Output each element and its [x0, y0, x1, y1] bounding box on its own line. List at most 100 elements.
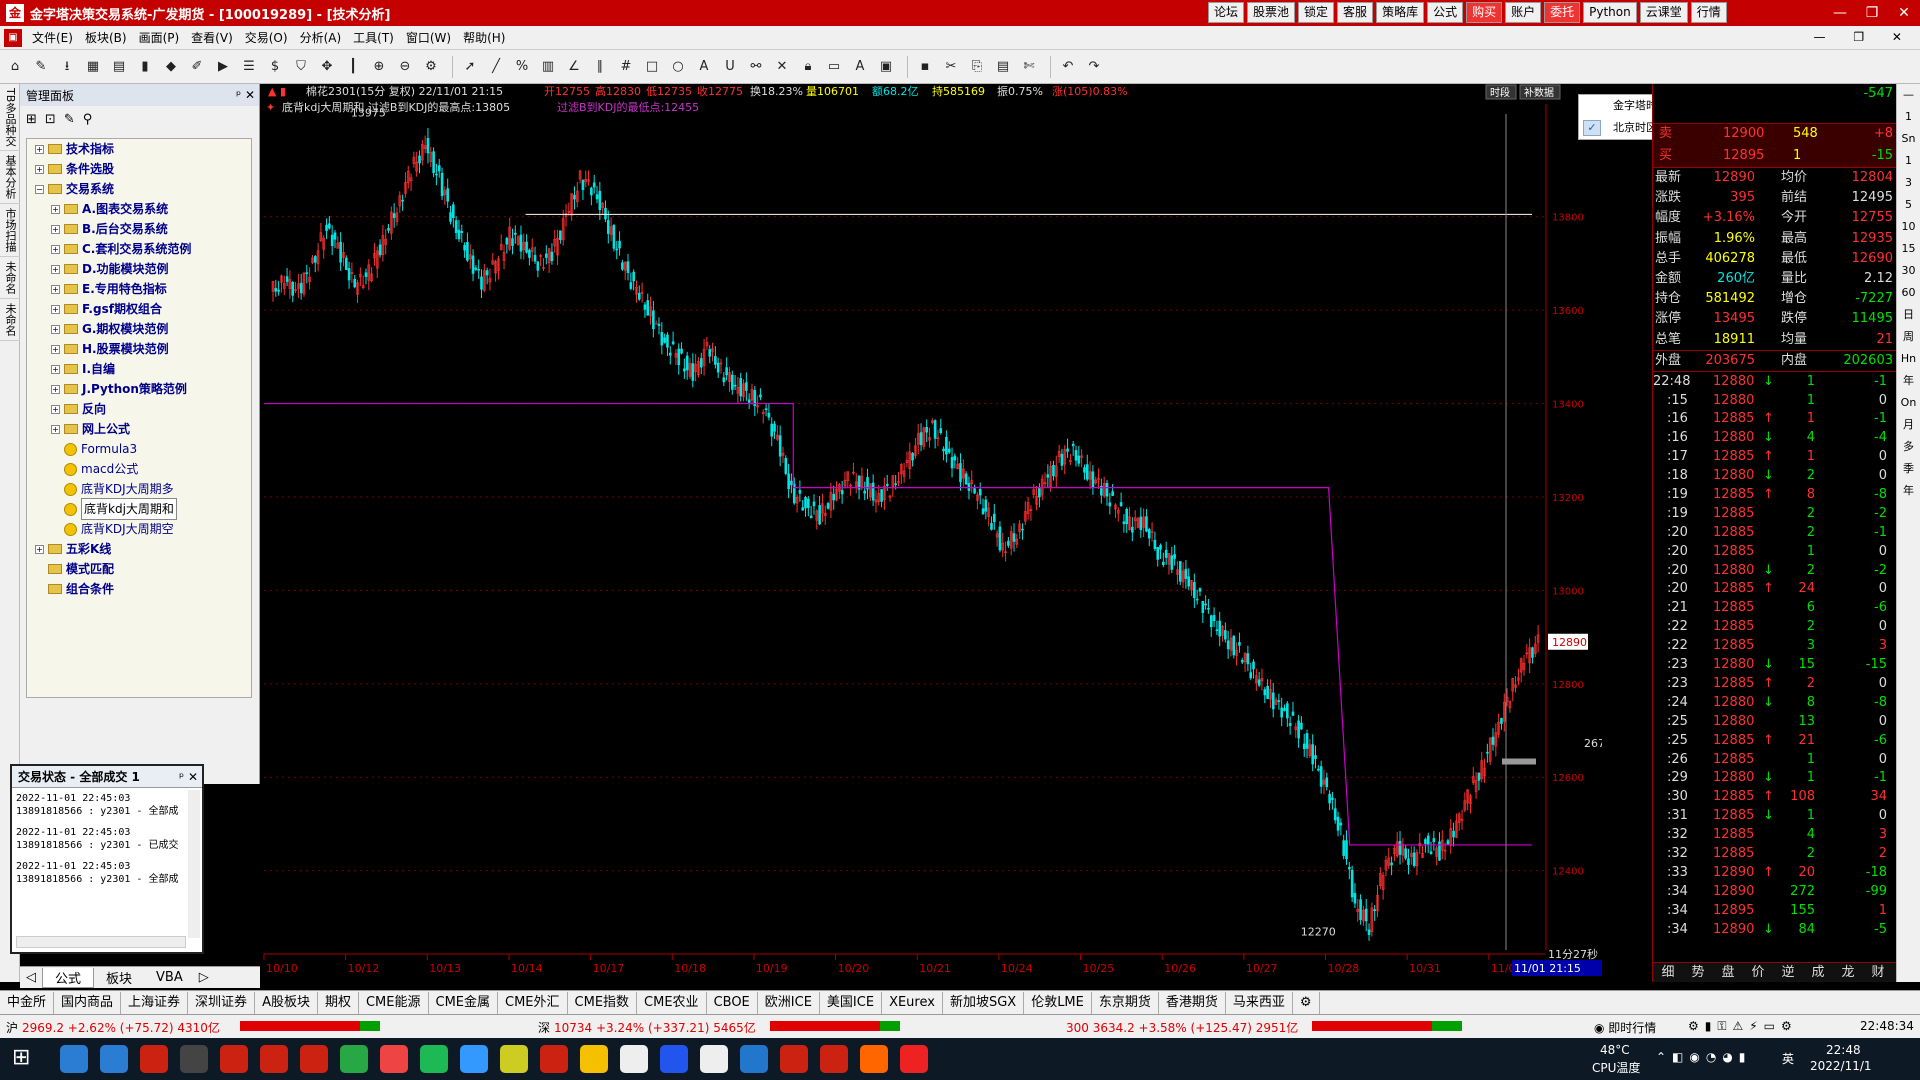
menu-item-6[interactable]: 工具(T)	[347, 29, 400, 46]
expand-icon[interactable]: +	[51, 324, 60, 334]
quote-tab-3[interactable]: 价	[1743, 963, 1773, 982]
expand-icon[interactable]: +	[51, 224, 60, 234]
kline-chart[interactable]: 12890 13800 13600 13400 13200 13000 12800 1260…	[262, 84, 1602, 982]
taskbar-app-icon[interactable]	[300, 1045, 328, 1073]
taskbar-app-icon[interactable]	[380, 1045, 408, 1073]
trade-panel-pin-close-icon[interactable]: ᵖ ✕	[179, 766, 198, 788]
table-icon[interactable]: ▤	[108, 56, 130, 78]
taskbar-app-icon[interactable]	[260, 1045, 288, 1073]
undo-icon[interactable]: ↶	[1057, 56, 1079, 78]
market-tab-0[interactable]: 中金所	[0, 991, 55, 1014]
market-tab-3[interactable]: 深圳证券	[188, 991, 256, 1014]
panel-tab-1[interactable]: 板块	[94, 968, 144, 987]
market-tab-16[interactable]: 伦敦LME	[1024, 991, 1092, 1014]
market-tab-2[interactable]: 上海证券	[121, 991, 189, 1014]
top-button-7[interactable]: 账户	[1505, 2, 1542, 23]
realtime-quote-button[interactable]: ◉ 即时行情	[1594, 1019, 1656, 1036]
tree-item[interactable]: + 反向	[27, 399, 251, 419]
period-button-10[interactable]: 日	[1897, 304, 1920, 326]
minimize-button[interactable]: —	[1824, 0, 1856, 26]
close-button[interactable]: ✕	[1888, 0, 1920, 26]
quote-tab-2[interactable]: 盘	[1713, 963, 1743, 982]
market-tab-14[interactable]: XEurex	[882, 991, 943, 1014]
taskbar-app-icon[interactable]	[860, 1045, 888, 1073]
tree-item[interactable]: + D.功能模块范例	[27, 259, 251, 279]
tree-item[interactable]: + A.图表交易系统	[27, 199, 251, 219]
import-icon[interactable]: ⊡	[45, 112, 56, 127]
tree-item[interactable]: + E.专用特色指标	[27, 279, 251, 299]
expand-icon[interactable]: +	[51, 304, 60, 314]
taskbar-app-icon[interactable]	[780, 1045, 808, 1073]
tree-item[interactable]: + 技术指标	[27, 139, 251, 159]
period-button-11[interactable]: 周	[1897, 326, 1920, 348]
top-button-8[interactable]: 委托	[1544, 2, 1581, 23]
market-tab-11[interactable]: CBOE	[707, 991, 758, 1014]
status-icons[interactable]: ⚙▮⚿⚠⚡▭⚙	[1688, 1019, 1798, 1034]
tree-item[interactable]: +macd公式	[27, 459, 251, 479]
expand-icon[interactable]: +	[51, 244, 60, 254]
expand-icon[interactable]: +	[51, 264, 60, 274]
market-tab-4[interactable]: A股板块	[255, 991, 318, 1014]
menu-item-8[interactable]: 帮助(H)	[457, 29, 511, 46]
pencil-icon[interactable]: ✎	[30, 56, 52, 78]
quote-tab-4[interactable]: 逆	[1773, 963, 1803, 982]
expand-icon[interactable]: +	[51, 284, 60, 294]
period-button-14[interactable]: On	[1897, 392, 1920, 414]
paste-icon[interactable]: ▤	[992, 56, 1014, 78]
period-button-1[interactable]: 1	[1897, 106, 1920, 128]
rect-icon[interactable]: □	[641, 56, 663, 78]
menu-item-3[interactable]: 查看(V)	[185, 29, 239, 46]
taskbar-app-icon[interactable]	[60, 1045, 88, 1073]
panel-tab-2[interactable]: VBA	[144, 970, 195, 985]
period-button-18[interactable]: 年	[1897, 480, 1920, 502]
angle-icon[interactable]: ∠	[563, 56, 585, 78]
zoom-in-icon[interactable]: ⊕	[368, 56, 390, 78]
period-button-16[interactable]: 多	[1897, 436, 1920, 458]
text-A-icon[interactable]: A	[693, 56, 715, 78]
top-button-6[interactable]: 购买	[1466, 2, 1503, 23]
panel-tab-0[interactable]: 公式	[42, 967, 95, 988]
top-button-1[interactable]: 股票池	[1247, 2, 1296, 23]
top-button-10[interactable]: 云课堂	[1639, 2, 1688, 23]
tree-item[interactable]: +模式匹配	[27, 559, 251, 579]
period-button-8[interactable]: 30	[1897, 260, 1920, 282]
menu-item-5[interactable]: 分析(A)	[294, 29, 348, 46]
left-tab-2[interactable]: 市场扫描	[0, 204, 20, 258]
top-button-3[interactable]: 客服	[1337, 2, 1374, 23]
market-tab-6[interactable]: CME能源	[359, 991, 429, 1014]
taskbar-app-icon[interactable]	[660, 1045, 688, 1073]
tree-item[interactable]: + I.自编	[27, 359, 251, 379]
font-icon[interactable]: A	[849, 56, 871, 78]
tree-item[interactable]: + H.股票模块范例	[27, 339, 251, 359]
scissors-icon[interactable]: ✄	[1018, 56, 1040, 78]
expand-icon[interactable]: +	[35, 544, 44, 554]
taskbar-app-icon[interactable]	[540, 1045, 568, 1073]
home-icon[interactable]: ⌂	[4, 56, 26, 78]
market-tab-19[interactable]: 马来西亚	[1226, 991, 1293, 1014]
bars-icon[interactable]: ▮	[134, 56, 156, 78]
tree-item[interactable]: +Formula3	[27, 439, 251, 459]
period-button-12[interactable]: Hn	[1897, 348, 1920, 370]
maximize-button[interactable]: ❐	[1856, 0, 1888, 26]
quote-tab-0[interactable]: 细	[1653, 963, 1683, 982]
period-button-15[interactable]: 月	[1897, 414, 1920, 436]
market-tab-9[interactable]: CME指数	[568, 991, 638, 1014]
period-button-5[interactable]: 5	[1897, 194, 1920, 216]
table2-icon[interactable]: ▥	[537, 56, 559, 78]
search-icon[interactable]: ⚲	[83, 112, 93, 127]
market-tab-17[interactable]: 东京期货	[1092, 991, 1159, 1014]
dollar-icon[interactable]: $	[264, 56, 286, 78]
start-menu-icon[interactable]: ⊞	[12, 1045, 40, 1073]
left-tab-0[interactable]: TB多品种交	[0, 84, 20, 152]
move-icon[interactable]: ✥	[316, 56, 338, 78]
tree-item[interactable]: − 交易系统	[27, 179, 251, 199]
top-button-2[interactable]: 锁定	[1298, 2, 1335, 23]
pointer-icon[interactable]: ➚	[459, 56, 481, 78]
close-icon[interactable]: ✕	[771, 56, 793, 78]
circle-icon[interactable]: ○	[667, 56, 689, 78]
link-icon[interactable]: ⚯	[745, 56, 767, 78]
menu-item-7[interactable]: 窗口(W)	[400, 29, 457, 46]
chart-canvas[interactable]: 12890 13800 13600 13400 13200 13000 12800 1260…	[262, 84, 1602, 982]
menu-item-0[interactable]: 文件(E)	[26, 29, 79, 46]
market-tab-18[interactable]: 香港期货	[1159, 991, 1226, 1014]
